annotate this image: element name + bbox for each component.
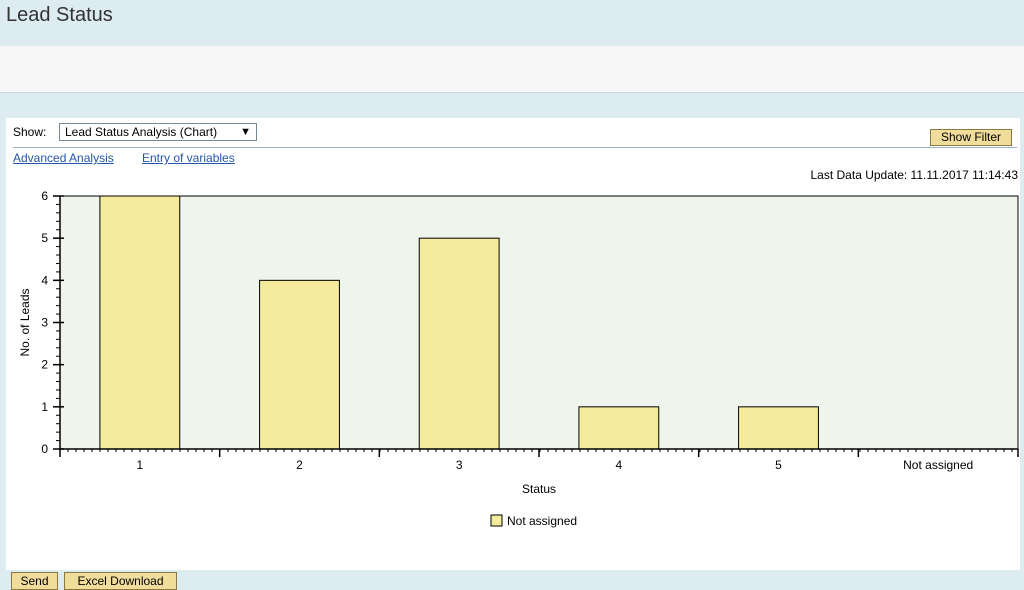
y-tick-label: 6 <box>41 189 48 203</box>
last-data-update: Last Data Update: 11.11.2017 11:14:43 <box>810 168 1019 182</box>
dropdown-arrow-icon: ▼ <box>240 126 251 138</box>
show-filter-button[interactable]: Show Filter <box>930 129 1012 146</box>
divider <box>13 147 1017 148</box>
page-header: Lead Status <box>0 0 1024 46</box>
report-panel: Show: Lead Status Analysis (Chart) ▼ Sho… <box>6 118 1020 570</box>
x-tick-label: 2 <box>296 458 303 472</box>
y-axis-label: No. of Leads <box>18 288 32 356</box>
y-tick-label: 3 <box>41 316 48 330</box>
view-select[interactable]: Lead Status Analysis (Chart) ▼ <box>59 123 257 141</box>
bar-1 <box>99 195 181 450</box>
x-tick-label: 1 <box>136 458 143 472</box>
y-tick-label: 2 <box>41 358 48 372</box>
view-select-value: Lead Status Analysis (Chart) <box>65 125 218 139</box>
x-tick-label: 5 <box>775 458 782 472</box>
y-tick-label: 0 <box>41 442 48 456</box>
bar-5 <box>738 406 819 450</box>
send-button[interactable]: Send <box>11 572 58 590</box>
y-tick-label: 1 <box>41 400 48 414</box>
bar-2 <box>259 279 340 450</box>
lead-status-chart: 1 2 3 4 5 Not assigned 0 1 2 3 4 5 6 Status No. of L… <box>18 189 1019 528</box>
x-tick-label: 4 <box>615 458 622 472</box>
excel-download-button[interactable]: Excel Download <box>64 572 177 590</box>
y-tick-label: 4 <box>41 273 48 287</box>
x-axis-label: Status <box>522 482 556 496</box>
page-title: Lead Status <box>6 4 113 26</box>
x-tick-label: 3 <box>456 458 463 472</box>
plot-area <box>59 195 1019 450</box>
bar-4 <box>578 406 660 450</box>
legend-swatch <box>490 514 503 527</box>
show-label: Show: <box>13 125 47 139</box>
entry-of-variables-link[interactable]: Entry of variables <box>142 151 235 165</box>
bar-3 <box>418 237 500 450</box>
advanced-analysis-link[interactable]: Advanced Analysis <box>13 151 114 165</box>
bottom-toolbar: Send Excel Download <box>0 570 1024 590</box>
y-tick-label: 5 <box>41 231 48 245</box>
toolbar-band <box>0 46 1024 93</box>
legend-label: Not assigned <box>507 514 577 528</box>
x-tick-label: Not assigned <box>903 458 973 472</box>
